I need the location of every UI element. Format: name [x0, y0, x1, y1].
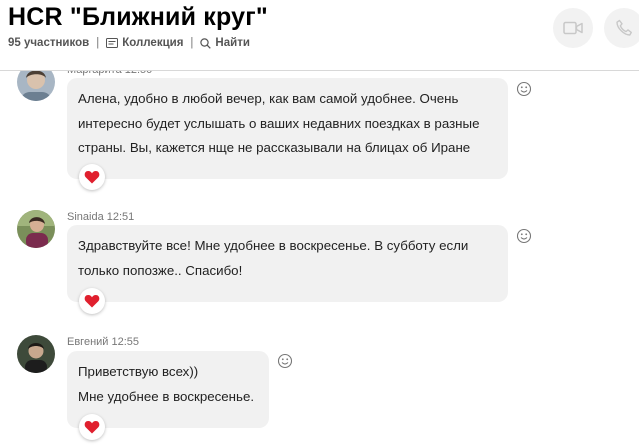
- find-label: Найти: [215, 37, 250, 49]
- gallery-label: Коллекция: [122, 37, 184, 49]
- sender-name-time: Sinaida 12:51: [67, 211, 135, 223]
- add-reaction-icon[interactable]: [516, 228, 532, 244]
- phone-icon: [616, 19, 632, 36]
- video-camera-icon: [563, 21, 583, 35]
- conversation-subheader: 95 участников | Коллекция | Найти: [8, 37, 250, 49]
- message-text-line: Мне удобнее в воскресенье.: [78, 388, 255, 404]
- search-icon: [200, 37, 212, 49]
- heart-icon: [84, 295, 100, 308]
- heart-icon: [84, 421, 100, 434]
- heart-icon: [84, 171, 100, 184]
- message-text-line: Алена, удобно в любой вечер, как вам сам…: [78, 91, 459, 106]
- gallery-icon: [106, 38, 119, 48]
- message-bubble[interactable]: Здравствуйте все! Мне удобнее в воскресе…: [67, 225, 508, 302]
- sender-name-time: Евгений 12:55: [67, 336, 140, 348]
- message-text-line: страны. Вы, кажется нще не рассказывали …: [78, 140, 471, 155]
- add-reaction-icon[interactable]: [277, 353, 293, 369]
- conversation-header: HCR "Ближний круг" 95 участников | Колле…: [0, 0, 639, 70]
- reaction-heart[interactable]: [79, 414, 105, 440]
- message-text-line: Приветствую всех)): [78, 364, 199, 379]
- avatar[interactable]: [17, 210, 55, 248]
- find-button[interactable]: Найти: [200, 37, 250, 49]
- reaction-heart[interactable]: [79, 164, 105, 190]
- header-divider: [0, 70, 639, 71]
- audio-call-button[interactable]: [604, 8, 639, 48]
- video-call-button[interactable]: [553, 8, 593, 48]
- reaction-heart[interactable]: [79, 288, 105, 314]
- add-reaction-icon[interactable]: [516, 81, 532, 97]
- avatar[interactable]: [17, 335, 55, 373]
- message-text-line: интересно будет услышать о ваших недавни…: [78, 115, 480, 131]
- message-text-line: только попозже.. Спасибо!: [78, 262, 243, 278]
- separator: |: [96, 37, 100, 49]
- participants-count-link[interactable]: 95 участников: [8, 37, 89, 49]
- gallery-button[interactable]: Коллекция: [106, 37, 183, 49]
- message-bubble[interactable]: Алена, удобно в любой вечер, как вам сам…: [67, 78, 508, 179]
- message-text-line: Здравствуйте все! Мне удобнее в воскресе…: [78, 238, 469, 253]
- conversation-title[interactable]: HCR "Ближний круг": [8, 3, 268, 32]
- separator: |: [190, 37, 194, 49]
